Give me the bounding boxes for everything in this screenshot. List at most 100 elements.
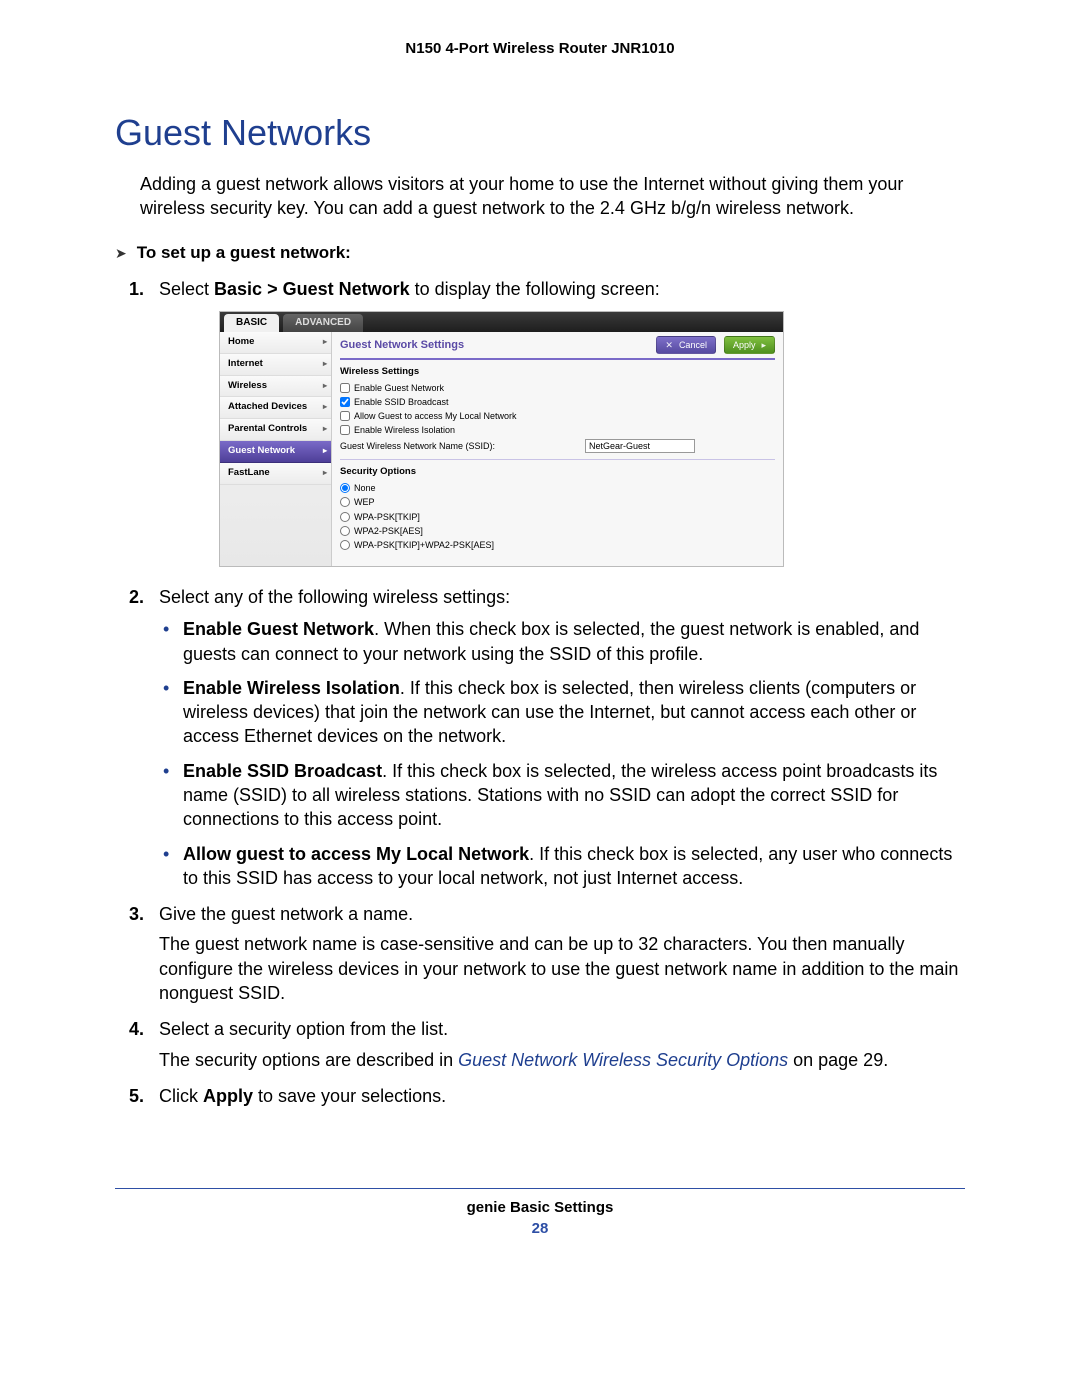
sidebar-item-attached-devices[interactable]: Attached Devices ▸ [220,397,331,419]
enable-ssid-broadcast-checkbox[interactable]: Enable SSID Broadcast [340,395,775,409]
step-5: 5. Click Apply to save your selections. [157,1084,965,1108]
sidebar-item-fastlane[interactable]: FastLane ▸ [220,463,331,485]
step-5-post: to save your selections. [253,1086,446,1106]
sidebar-item-guest-network[interactable]: Guest Network ▸ [220,441,331,463]
bullet-bold: Enable Guest Network [183,619,374,639]
sidebar-item-internet[interactable]: Internet ▸ [220,354,331,376]
step-1-text-post: to display the following screen: [410,279,660,299]
ssid-field-row: Guest Wireless Network Name (SSID): [340,439,775,453]
radio-input[interactable] [340,526,350,536]
sidebar-item-label: Parental Controls [228,423,307,436]
sidebar-item-wireless[interactable]: Wireless▸ [220,376,331,398]
chevron-right-icon: ▸ [323,446,327,457]
security-option-wpa2-aes[interactable]: WPA2-PSK[AES] [340,524,775,538]
checkbox-input[interactable] [340,411,350,421]
enable-wireless-isolation-checkbox[interactable]: Enable Wireless Isolation [340,423,775,437]
chevron-right-icon: ▸ [323,337,327,348]
radio-label: WPA-PSK[TKIP]+WPA2-PSK[AES] [354,539,494,551]
doc-header-title: N150 4-Port Wireless Router JNR1010 [0,40,1080,57]
chevron-right-icon: ▸ [323,402,327,413]
security-option-wpa-tkip[interactable]: WPA-PSK[TKIP] [340,510,775,524]
allow-local-access-checkbox[interactable]: Allow Guest to access My Local Network [340,409,775,423]
step-3-number: 3. [129,902,144,926]
router-sidebar: Home ▸ Internet ▸ Wireless▸ Attached Devic… [220,332,332,566]
radio-input[interactable] [340,512,350,522]
bullet-enable-ssid-broadcast: Enable SSID Broadcast. If this check box… [159,759,965,832]
security-options-heading: Security Options [340,466,775,479]
cancel-button-label: Cancel [679,339,707,351]
step-5-bold: Apply [203,1086,253,1106]
radio-label: WPA2-PSK[AES] [354,525,423,537]
procedure-heading: ➤ To set up a guest network: [115,243,965,263]
radio-input[interactable] [340,483,350,493]
apply-button[interactable]: Apply ▸ [724,336,775,354]
ssid-field-label: Guest Wireless Network Name (SSID): [340,440,495,452]
sidebar-item-home[interactable]: Home ▸ [220,332,331,354]
bullet-allow-local-access: Allow guest to access My Local Network. … [159,842,965,891]
checkbox-input[interactable] [340,397,350,407]
step-4: 4. Select a security option from the lis… [157,1017,965,1072]
sidebar-item-label: FastLane [228,467,270,480]
procedure-heading-text: To set up a guest network: [137,243,351,263]
sidebar-item-parental-controls[interactable]: Parental Controls ▸ [220,419,331,441]
security-option-wep[interactable]: WEP [340,495,775,509]
link-guest-network-security-options[interactable]: Guest Network Wireless Security Options [458,1050,788,1070]
security-option-none[interactable]: None [340,481,775,495]
checkbox-label: Allow Guest to access My Local Network [354,410,517,422]
step-1-number: 1. [129,277,144,301]
step-1: 1. Select Basic > Guest Network to displ… [157,277,965,567]
step-3: 3. Give the guest network a name. The gu… [157,902,965,1005]
bullet-enable-guest-network: Enable Guest Network. When this check bo… [159,617,965,666]
enable-guest-network-checkbox[interactable]: Enable Guest Network [340,381,775,395]
step-1-text-pre: Select [159,279,214,299]
radio-input[interactable] [340,540,350,550]
checkbox-label: Enable Guest Network [354,382,444,394]
radio-input[interactable] [340,497,350,507]
page-title: Guest Networks [115,112,965,154]
bullet-bold: Enable SSID Broadcast [183,761,382,781]
bullet-enable-wireless-isolation: Enable Wireless Isolation. If this check… [159,676,965,749]
apply-button-label: Apply [733,339,756,351]
step-1-bold: Basic > Guest Network [214,279,410,299]
chevron-right-icon: ▸ [323,424,327,435]
footer-divider [115,1188,965,1189]
pane-title: Guest Network Settings [340,338,464,353]
wireless-settings-heading: Wireless Settings [340,366,775,379]
sidebar-item-label: Guest Network [228,445,295,458]
step-4-line2-pre: The security options are described in [159,1050,458,1070]
radio-label: None [354,482,376,494]
security-option-wpa-mixed[interactable]: WPA-PSK[TKIP]+WPA2-PSK[AES] [340,538,775,552]
checkbox-input[interactable] [340,425,350,435]
checkbox-label: Enable SSID Broadcast [354,396,449,408]
sidebar-item-label: Internet [228,358,263,371]
chevron-right-icon: ▸ [323,468,327,479]
router-tab-bar: BASIC ADVANCED [220,312,783,332]
footer-page-number: 28 [0,1220,1080,1237]
close-icon: ✕ [665,339,673,351]
triangle-right-icon: ➤ [115,245,127,262]
router-ui-screenshot: BASIC ADVANCED Home ▸ Internet ▸ Wireless▸… [219,311,784,567]
radio-label: WEP [354,496,375,508]
tab-advanced[interactable]: ADVANCED [283,314,363,332]
chevron-right-icon: ▸ [761,339,766,351]
footer-section-name: genie Basic Settings [0,1199,1080,1216]
step-4-line2-post: on page 29. [788,1050,888,1070]
cancel-button[interactable]: ✕ Cancel [656,336,716,354]
checkbox-input[interactable] [340,383,350,393]
checkbox-label: Enable Wireless Isolation [354,424,455,436]
tab-basic[interactable]: BASIC [224,314,279,332]
intro-paragraph: Adding a guest network allows visitors a… [140,172,965,221]
step-2-text: Select any of the following wireless set… [159,587,510,607]
step-2-number: 2. [129,585,144,609]
radio-label: WPA-PSK[TKIP] [354,511,420,523]
step-3-line2: The guest network name is case-sensitive… [159,932,965,1005]
chevron-right-icon: ▸ [323,359,327,370]
sidebar-item-label: Attached Devices [228,401,307,414]
chevron-right-icon: ▸ [323,381,327,392]
ssid-input[interactable] [585,439,695,453]
step-3-line1: Give the guest network a name. [159,904,413,924]
bullet-bold: Allow guest to access My Local Network [183,844,529,864]
step-4-line2: The security options are described in Gu… [159,1048,965,1072]
sidebar-item-label: Home [228,336,254,349]
step-2: 2. Select any of the following wireless … [157,585,965,890]
